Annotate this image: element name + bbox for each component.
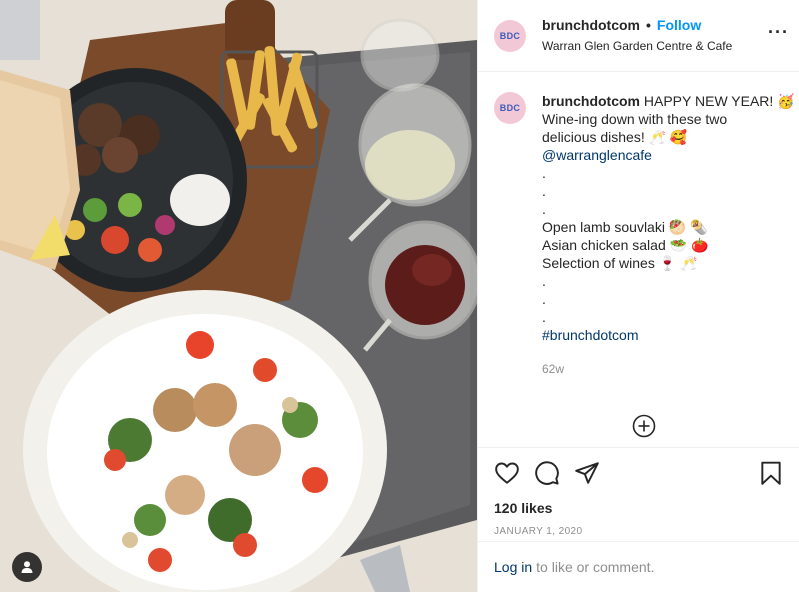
header-text: brunchdotcom • Follow Warran Glen Garden… [542,17,732,54]
bookmark-icon[interactable] [758,460,784,486]
caption-text: HAPPY NEW YEAR! 🥳 [643,93,795,109]
plus-circle-icon [632,414,656,438]
username-link[interactable]: brunchdotcom [542,17,640,35]
ellipsis-icon: ··· [768,22,789,42]
post-photo[interactable] [0,0,477,592]
avatar[interactable]: BDC [494,19,526,52]
caption-line: delicious dishes! 🥂 🥰 [542,129,688,145]
hashtag-link[interactable]: #brunchdotcom [542,326,778,344]
caption-body: brunchdotcom HAPPY NEW YEAR! 🥳 Wine-ing … [542,92,795,378]
load-more-comments-button[interactable] [632,414,656,438]
user-icon [21,561,33,573]
caption-line: . [542,291,546,307]
caption-line: . [542,273,546,289]
tagged-users-button[interactable] [12,552,42,582]
comment-icon[interactable] [534,460,560,486]
post-sidebar: BDC brunchdotcom • Follow Warran Glen Ga… [477,0,799,592]
comments-area: BDC brunchdotcom HAPPY NEW YEAR! 🥳 Wine-… [478,72,799,446]
follow-button[interactable]: Follow [657,17,701,35]
action-icons [494,458,784,488]
caption-line: Asian chicken salad 🥗 🍅 [542,237,709,253]
caption-line: brunchdotcom HAPPY NEW YEAR! 🥳 [542,92,795,110]
caption-username-link[interactable]: brunchdotcom [542,93,640,109]
caption-line: . [542,201,546,217]
separator-dot: • [646,17,651,34]
login-prompt-text: to like or comment. [536,559,655,575]
food-photo-illustration [0,0,477,592]
caption-line: Open lamb souvlaki 🥙 🌯 [542,219,708,235]
post-age[interactable]: 62w [542,360,778,378]
login-prompt: Log in to like or comment. [478,541,799,592]
caption: BDC brunchdotcom HAPPY NEW YEAR! 🥳 Wine-… [494,92,795,378]
more-options-button[interactable]: ··· [768,23,789,41]
caption-line: Wine-ing down with these two [542,111,728,127]
post-actions: 120 likes January 1, 2020 [478,447,799,537]
caption-line: . [542,165,546,181]
location-link[interactable]: Warran Glen Garden Centre & Cafe [542,39,732,54]
likes-count[interactable]: 120 likes [494,500,784,516]
caption-avatar[interactable]: BDC [494,92,526,124]
post-header: BDC brunchdotcom • Follow Warran Glen Ga… [478,0,799,72]
caption-line: . [542,183,546,199]
caption-line: Selection of wines 🍷 🥂 [542,255,698,271]
caption-line: . [542,309,546,325]
mention-link[interactable]: @warranglencafe [542,146,778,164]
heart-icon[interactable] [494,460,520,486]
header-top-row: brunchdotcom • Follow [542,17,732,35]
paper-plane-icon[interactable] [574,460,600,486]
login-link[interactable]: Log in [494,559,532,575]
post-date[interactable]: January 1, 2020 [494,526,784,537]
